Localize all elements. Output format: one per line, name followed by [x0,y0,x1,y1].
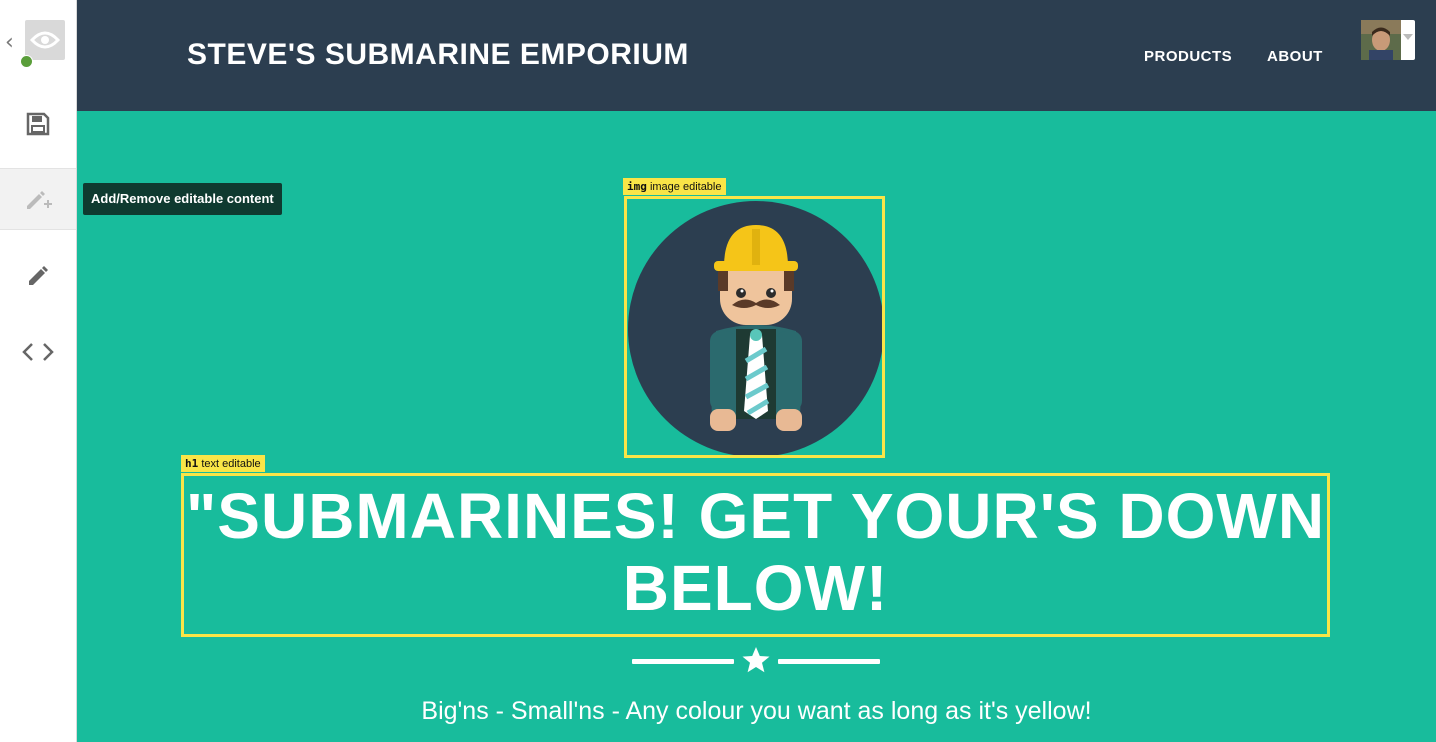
image-editable-tag: img image editable [623,178,726,195]
editor-sidebar: ‹ [0,0,77,742]
user-menu[interactable] [1361,20,1415,60]
image-tag-label: image editable [649,181,722,193]
view-source-button[interactable] [0,322,76,382]
image-tag-name: img [627,180,647,193]
hero-heading[interactable]: "SUBMARINES! GET YOUR'S DOWN BELOW! [184,480,1327,624]
floppy-disk-icon [26,112,50,136]
nav-link-products[interactable]: PRODUCTS [1144,48,1232,65]
pencil-plus-icon [24,187,52,211]
back-button[interactable]: ‹ [0,0,76,80]
add-remove-editable-button[interactable] [0,169,76,230]
nav-link-about[interactable]: ABOUT [1267,48,1323,65]
chevron-left-icon: ‹ [5,30,14,55]
add-remove-tooltip: Add/Remove editable content [83,183,282,215]
edit-button[interactable] [0,245,76,305]
divider-line-left [632,659,734,664]
site-header: STEVE'S SUBMARINE EMPORIUM PRODUCTS ABOU… [77,0,1436,111]
save-button[interactable] [0,80,76,169]
eye-logo-icon [25,20,65,60]
avatar[interactable] [1361,20,1401,60]
star-icon [741,645,771,680]
check-status-icon [20,55,33,68]
pencil-icon [26,263,50,287]
image-editable-outline[interactable] [624,196,885,458]
site-title[interactable]: STEVE'S SUBMARINE EMPORIUM [187,38,689,72]
heading-tag-label: text editable [201,458,261,470]
heading-tag-name: h1 [185,457,199,470]
code-brackets-icon [22,342,54,362]
divider-line-right [778,659,880,664]
hero-tagline: Big'ns - Small'ns - Any colour you want … [421,697,1092,725]
heading-editable-tag: h1 text editable [181,455,265,472]
caret-down-icon[interactable] [1403,34,1413,40]
